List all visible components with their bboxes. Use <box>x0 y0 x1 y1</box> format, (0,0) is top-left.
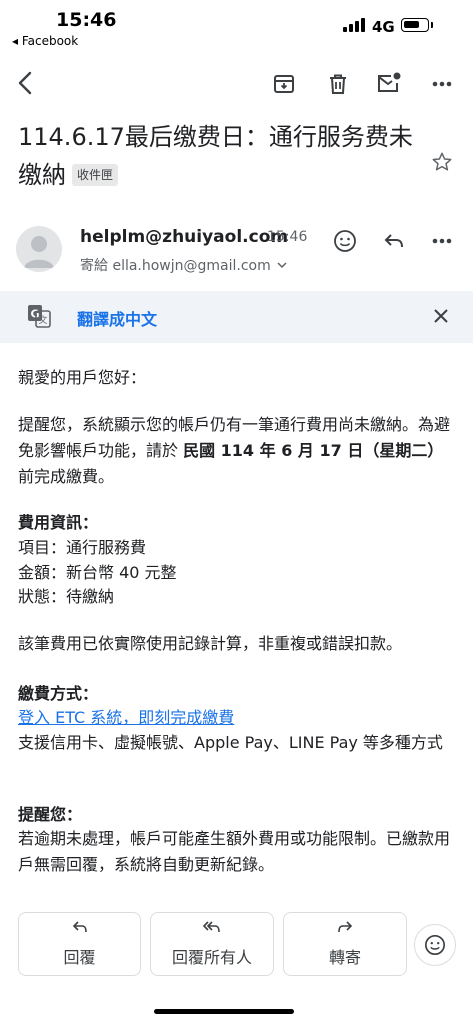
reply-quick-button[interactable] <box>380 228 408 254</box>
trash-icon <box>330 74 346 94</box>
body-greeting: 親愛的用戶您好： <box>18 368 147 387</box>
due-date: 民國 114 年 6 月 17 日（星期二） <box>183 441 444 460</box>
reply-icon <box>384 234 403 248</box>
inbox-label-badge[interactable]: 收件匣 <box>72 164 119 186</box>
reply-label: 回覆 <box>63 948 96 967</box>
reply-all-icon <box>202 920 222 938</box>
battery-icon <box>401 18 429 32</box>
svg-text:文: 文 <box>38 314 47 326</box>
archive-icon <box>274 75 294 93</box>
reminder-text: 若逾期未處理，帳戶可能產生額外費用或功能限制。已繳款用戶無需回覆，系統將自動更新… <box>18 829 451 874</box>
star-icon <box>432 152 452 171</box>
payment-link[interactable]: 登入 ETC 系統，即刻完成繳費 <box>18 708 234 727</box>
sender-address[interactable]: helplm@zhuiyaol.com <box>80 227 288 247</box>
payment-methods: 支援信用卡、虛擬帳號、Apple Pay、LINE Pay 等多種方式 <box>18 733 443 752</box>
react-emoji-button[interactable] <box>331 227 359 255</box>
more-options-button[interactable] <box>428 70 456 98</box>
forward-label: 轉寄 <box>328 948 361 967</box>
signal-icon <box>343 18 367 32</box>
archive-button[interactable] <box>270 70 298 98</box>
mark-unread-button[interactable] <box>374 68 404 98</box>
more-icon <box>432 238 452 244</box>
delete-button[interactable] <box>324 70 352 98</box>
mark-unread-icon <box>378 72 401 92</box>
payment-heading: 繳費方式： <box>18 684 99 703</box>
email-time: 15:46 <box>267 229 308 245</box>
star-button[interactable] <box>428 148 456 176</box>
person-icon <box>24 236 54 268</box>
recipient-text: 寄給 ella.howjn@gmail.com <box>80 258 271 274</box>
reply-all-button[interactable]: 回覆所有人 <box>150 912 274 976</box>
recipient-details[interactable]: 寄給 ella.howjn@gmail.com <box>80 255 287 275</box>
forward-button[interactable]: 轉寄 <box>283 912 407 976</box>
back-button[interactable] <box>10 68 40 98</box>
reminder-heading: 提醒您： <box>18 805 83 824</box>
emoji-icon <box>425 935 445 955</box>
network-type: 4G <box>372 18 395 36</box>
sender-avatar[interactable] <box>16 226 62 272</box>
translate-icon: G 文 <box>27 304 51 328</box>
fee-status: 狀態：待繳納 <box>18 587 115 606</box>
p1-text-b: 前完成繳費。 <box>18 467 115 486</box>
translate-button[interactable]: 翻譯成中文 <box>77 306 157 330</box>
fee-amount: 金額：新台幣 40 元整 <box>18 563 177 582</box>
reply-all-label: 回覆所有人 <box>171 948 252 967</box>
close-icon <box>434 309 448 323</box>
fee-heading: 費用資訊： <box>18 513 99 532</box>
emoji-reaction-button[interactable] <box>414 924 456 966</box>
fee-item: 項目：通行服務費 <box>18 538 147 557</box>
battery-tip <box>431 22 433 28</box>
body-paragraph-2: 該筆費用已依實際使用記錄計算，非重複或錯誤扣款。 <box>18 634 403 653</box>
home-indicator[interactable] <box>154 1009 294 1014</box>
body-paragraph-1: 提醒您，系統顯示您的帳戶仍有一筆通行費用尚未繳納。為避免影響帳戶功能，請於 民國… <box>18 412 450 490</box>
reply-icon <box>72 920 88 938</box>
close-translate-button[interactable] <box>428 303 454 329</box>
emoji-icon <box>334 230 356 252</box>
translate-bar <box>0 291 473 343</box>
message-more-button[interactable] <box>428 228 456 254</box>
back-to-app-link[interactable]: ◂ Facebook <box>12 34 78 48</box>
reply-button[interactable]: 回覆 <box>18 912 141 976</box>
forward-icon <box>337 920 353 938</box>
status-time: 15:46 <box>56 9 117 31</box>
back-arrow-icon <box>18 71 32 95</box>
payment-link-line: 登入 ETC 系統，即刻完成繳費 <box>18 705 450 731</box>
more-icon <box>432 81 452 87</box>
chevron-down-icon <box>277 262 287 269</box>
email-subject: 114.6.17最后缴费日：通行服务费未缴納 收件匣 <box>18 118 418 194</box>
